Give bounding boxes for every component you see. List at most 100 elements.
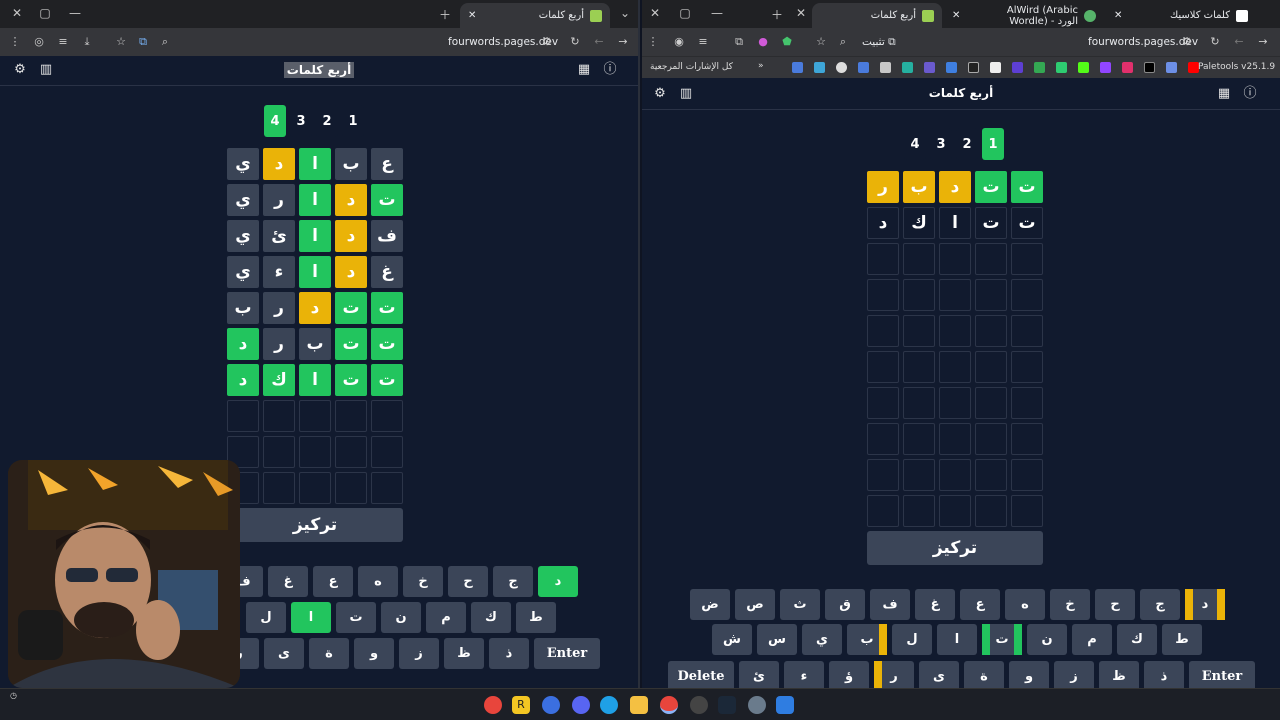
letter-key[interactable]: ة	[964, 661, 1004, 688]
all-bookmarks-link[interactable]: كل الإشارات المرجعية	[650, 62, 733, 72]
bookmark-icon[interactable]	[1034, 62, 1045, 73]
letter-key[interactable]: ت	[336, 602, 376, 633]
bookmark-icon[interactable]	[924, 62, 935, 73]
calendar-icon[interactable]: ▦	[576, 62, 592, 78]
bookmark-icon[interactable]	[836, 62, 847, 73]
bookmark-icon[interactable]	[1122, 62, 1133, 73]
letter-key[interactable]: ج	[493, 566, 533, 597]
extensions-icon[interactable]: ⧉	[732, 35, 746, 49]
menu-icon[interactable]: ⋮	[646, 35, 660, 48]
letter-key[interactable]: ذ	[489, 638, 529, 669]
profile-icon[interactable]: ◎	[32, 35, 46, 48]
letter-key[interactable]: ح	[448, 566, 488, 597]
letter-key[interactable]: خ	[1050, 589, 1090, 620]
minimize-icon[interactable]: —	[66, 6, 84, 20]
site-settings-icon[interactable]: ⚙	[540, 35, 554, 48]
board-1-button[interactable]: 1	[982, 128, 1004, 160]
tab-close-icon[interactable]: ✕	[792, 6, 810, 20]
board-3-button[interactable]: 3	[290, 105, 312, 137]
tab-close-icon[interactable]: ✕	[952, 10, 960, 21]
calendar-icon[interactable]: ▦	[1216, 86, 1232, 102]
letter-key[interactable]: ط	[1162, 624, 1202, 655]
letter-key[interactable]: ث	[780, 589, 820, 620]
delete-key[interactable]: Delete	[668, 661, 734, 688]
letter-key[interactable]: غ	[915, 589, 955, 620]
letter-key[interactable]: ظ	[1099, 661, 1139, 688]
windows-icon[interactable]	[776, 696, 794, 714]
bookmark-icon[interactable]	[990, 62, 1001, 73]
board-4-button[interactable]: 4	[904, 128, 926, 160]
letter-key[interactable]: ع	[313, 566, 353, 597]
bookmark-star-icon[interactable]: ☆	[814, 35, 828, 48]
new-tab-icon[interactable]: ＋	[768, 6, 786, 23]
letter-key[interactable]: ز	[1054, 661, 1094, 688]
install-app-icon[interactable]: ⧉	[136, 35, 150, 49]
tab-fourwords[interactable]: ✕ أربع كلمات	[460, 3, 610, 28]
chrome-icon[interactable]	[484, 696, 502, 714]
bookmark-icon[interactable]	[814, 62, 825, 73]
info-icon[interactable]: ⓘ	[602, 62, 618, 78]
steam-icon[interactable]	[718, 696, 736, 714]
tab-classic[interactable]: ✕ كلمات كلاسيك	[1106, 3, 1256, 28]
focus-button[interactable]: تركيز	[867, 531, 1043, 565]
back-icon[interactable]: →	[616, 35, 630, 48]
letter-key[interactable]: ق	[825, 589, 865, 620]
letter-key[interactable]: م	[426, 602, 466, 633]
maximize-icon[interactable]: ▢	[36, 6, 54, 20]
profile-icon[interactable]: ◉	[672, 35, 686, 48]
letter-key[interactable]: ش	[712, 624, 752, 655]
bookmark-icon[interactable]	[946, 62, 957, 73]
reload-icon[interactable]: ↻	[1208, 35, 1222, 48]
letter-key[interactable]: خ	[403, 566, 443, 597]
bookmark-paletools[interactable]: Paletools v25.1.9	[1198, 62, 1275, 72]
forward-icon[interactable]: ←	[1232, 35, 1246, 48]
reload-icon[interactable]: ↻	[568, 35, 582, 48]
bookmark-icon[interactable]	[858, 62, 869, 73]
letter-key[interactable]: ط	[516, 602, 556, 633]
letter-key[interactable]: ظ	[444, 638, 484, 669]
install-button[interactable]: تثبيت	[862, 36, 885, 48]
tab-fourwords[interactable]: أربع كلمات	[812, 3, 942, 28]
new-tab-icon[interactable]: ＋	[436, 6, 454, 23]
bookmark-star-icon[interactable]: ☆	[114, 35, 128, 48]
download-icon[interactable]: ⤓	[80, 35, 94, 49]
letter-key[interactable]: ؤ	[829, 661, 869, 688]
letter-key[interactable]: ف	[870, 589, 910, 620]
settings-app-icon[interactable]	[748, 696, 766, 714]
info-icon[interactable]: ⓘ	[1242, 86, 1258, 102]
focus-button[interactable]: تركيز	[227, 508, 403, 542]
maximize-icon[interactable]: ▢	[676, 6, 694, 20]
letter-key[interactable]: ى	[264, 638, 304, 669]
board-2-button[interactable]: 2	[316, 105, 338, 137]
letter-key[interactable]: غ	[268, 566, 308, 597]
edge-icon[interactable]	[600, 696, 618, 714]
bookmark-icon[interactable]	[880, 62, 891, 73]
letter-key[interactable]: ض	[690, 589, 730, 620]
letter-key[interactable]: ن	[381, 602, 421, 633]
letter-key[interactable]: ا	[937, 624, 977, 655]
bookmark-icon[interactable]	[1012, 62, 1023, 73]
rockstar-icon[interactable]: R	[512, 696, 530, 714]
letter-key[interactable]: ء	[784, 661, 824, 688]
letter-key[interactable]: ج	[1140, 589, 1180, 620]
tab-search-icon[interactable]: ⌄	[616, 6, 634, 20]
letter-key[interactable]: ى	[919, 661, 959, 688]
letter-key[interactable]: ل	[892, 624, 932, 655]
close-window-icon[interactable]: ✕	[8, 6, 26, 20]
letter-key[interactable]: ك	[1117, 624, 1157, 655]
letter-key[interactable]: ي	[802, 624, 842, 655]
bookmark-icon[interactable]	[1166, 62, 1177, 73]
enter-key[interactable]: Enter	[534, 638, 600, 669]
letter-key[interactable]: ز	[399, 638, 439, 669]
menu-icon[interactable]: ⋮	[8, 35, 22, 48]
letter-key[interactable]: و	[354, 638, 394, 669]
extension-icon[interactable]: ●	[756, 35, 770, 48]
letter-key[interactable]: ك	[471, 602, 511, 633]
board-1-button[interactable]: 1	[342, 105, 364, 137]
chrome-active-icon[interactable]	[660, 696, 678, 714]
enter-key[interactable]: Enter	[1189, 661, 1255, 688]
tab-alwird[interactable]: ✕ AlWird (Arabic Wordle) - الورد	[944, 3, 1104, 28]
letter-key[interactable]: ت	[982, 624, 1022, 655]
tab-close-icon[interactable]: ✕	[468, 10, 476, 21]
letter-key[interactable]: د	[538, 566, 578, 597]
